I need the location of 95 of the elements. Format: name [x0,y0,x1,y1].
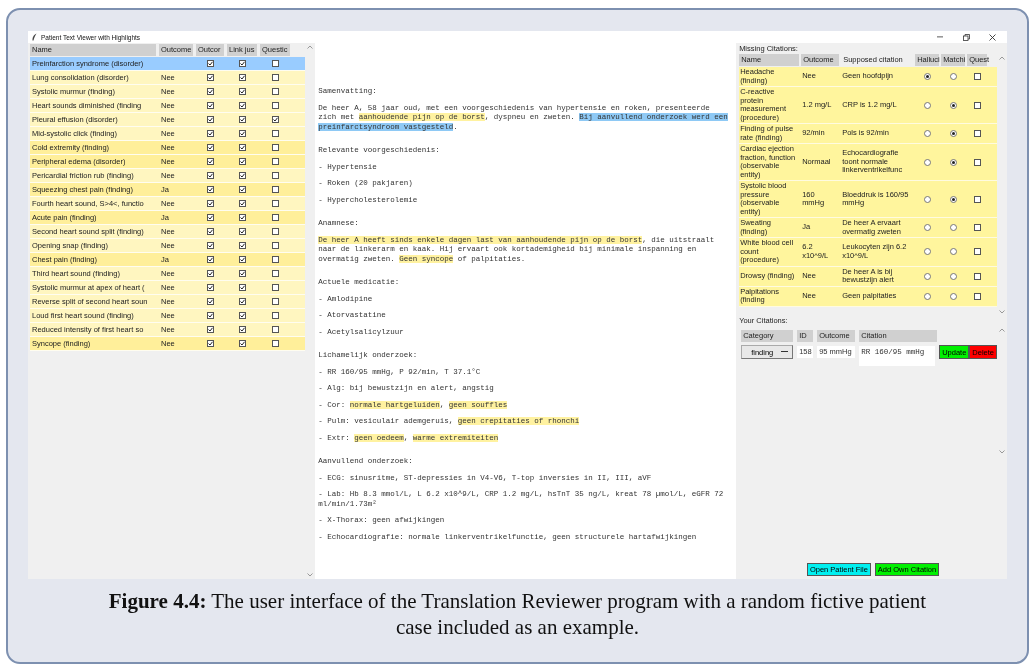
checkbox[interactable] [238,200,246,207]
radio-button[interactable] [923,101,931,109]
checkbox[interactable] [271,228,279,235]
checkbox[interactable] [206,270,214,277]
checkbox[interactable] [271,144,279,151]
checkbox[interactable] [271,326,279,333]
dropdown-indicator-icon [781,351,789,353]
checkbox[interactable] [973,224,981,231]
checkbox[interactable] [271,270,279,277]
checkbox[interactable] [271,312,279,319]
checkbox[interactable] [271,158,279,165]
checkbox[interactable] [271,242,279,249]
checkbox[interactable] [206,242,214,249]
checkbox[interactable] [238,116,246,123]
checkbox[interactable] [206,326,214,333]
checkbox[interactable] [238,186,246,193]
checkbox[interactable] [271,214,279,221]
checkbox[interactable] [238,256,246,263]
checkbox[interactable] [206,116,214,123]
radio-button[interactable] [923,130,931,137]
radio-button[interactable] [949,73,957,80]
restore-icon[interactable] [962,33,970,41]
checkbox[interactable] [238,144,246,151]
checkbox[interactable] [238,242,246,249]
checkbox[interactable] [206,144,214,151]
radio-button[interactable] [949,195,957,203]
checkbox[interactable] [271,284,279,291]
checkbox[interactable] [206,186,214,193]
radio-button[interactable] [949,292,957,300]
checkbox[interactable] [238,228,246,235]
checkbox[interactable] [206,130,214,137]
checkbox[interactable] [271,172,279,179]
checkbox[interactable] [206,172,214,179]
checkbox[interactable] [271,298,279,305]
checkbox[interactable] [271,88,279,95]
checkbox[interactable] [973,195,981,203]
checkbox[interactable] [206,312,214,319]
checkbox[interactable] [973,130,981,137]
feather-icon [32,33,37,41]
radio-button[interactable] [949,248,957,256]
checkbox[interactable] [238,284,246,291]
radio-button[interactable] [923,158,931,166]
checkbox[interactable] [238,214,246,221]
checkbox[interactable] [271,60,279,67]
checkbox[interactable] [238,312,246,319]
radio-button[interactable] [923,195,931,203]
checkbox[interactable] [271,116,279,123]
radio-button[interactable] [949,158,957,166]
checkbox[interactable] [206,88,214,95]
checkbox[interactable] [206,284,214,291]
radio-button[interactable] [949,272,957,280]
checkbox[interactable] [973,73,981,80]
checkbox[interactable] [238,102,246,109]
checkbox[interactable] [206,228,214,235]
checkbox[interactable] [271,130,279,137]
checkbox[interactable] [238,74,246,81]
checkbox[interactable] [238,270,246,277]
checkbox[interactable] [238,298,246,305]
checkbox[interactable] [271,340,279,347]
checkbox[interactable] [271,186,279,193]
checkbox[interactable] [238,172,246,179]
checkbox[interactable] [206,298,214,305]
radio-button[interactable] [949,130,957,137]
close-icon[interactable] [988,33,996,41]
checkbox[interactable] [238,340,246,347]
checkbox[interactable] [271,74,279,81]
figure-caption: Figure 4.4: The user interface of the Translation Reviewer program with a random fictive patient case included as an example. [107,588,928,640]
checkbox[interactable] [973,272,981,280]
checkbox[interactable] [206,340,214,347]
checkbox[interactable] [973,292,981,300]
checkbox[interactable] [238,158,246,165]
checkbox[interactable] [973,158,981,166]
checkbox[interactable] [206,256,214,263]
checkbox[interactable] [206,214,214,221]
checkbox[interactable] [206,158,214,165]
checkbox[interactable] [206,200,214,207]
checkbox[interactable] [206,60,214,67]
radio-button[interactable] [949,224,957,231]
checkbox[interactable] [238,88,246,95]
checkbox[interactable] [238,326,246,333]
checkbox[interactable] [238,130,246,137]
checkbox[interactable] [973,248,981,256]
checkbox[interactable] [271,256,279,263]
checkbox[interactable] [271,200,279,207]
radio-button[interactable] [923,224,931,231]
checkbox[interactable] [238,60,246,67]
radio-button[interactable] [949,101,957,109]
checkbox[interactable] [206,74,214,81]
checkbox[interactable] [973,101,981,109]
checkbox[interactable] [206,102,214,109]
checkbox[interactable] [271,102,279,109]
radio-button[interactable] [923,292,931,300]
radio-button[interactable] [923,73,931,80]
radio-button[interactable] [923,248,931,256]
radio-button[interactable] [923,272,931,280]
